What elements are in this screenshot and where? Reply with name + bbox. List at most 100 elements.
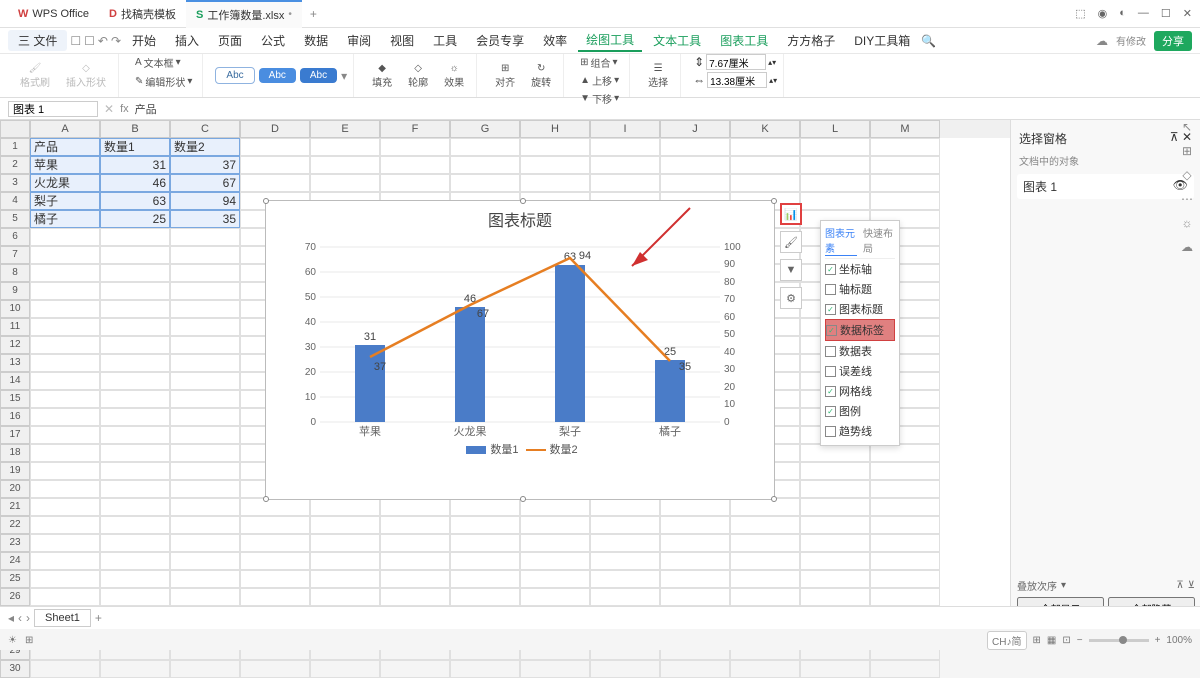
row-header[interactable]: 26: [0, 588, 30, 606]
cell[interactable]: [240, 174, 310, 192]
cell[interactable]: [30, 426, 100, 444]
close-icon[interactable]: ✕: [1183, 7, 1192, 20]
width-input[interactable]: [707, 72, 767, 88]
cell[interactable]: [30, 336, 100, 354]
cell[interactable]: [870, 462, 940, 480]
cell[interactable]: [240, 516, 310, 534]
outline-button[interactable]: ◇轮廓: [402, 61, 434, 91]
cell[interactable]: [660, 570, 730, 588]
chart-plot-area[interactable]: 01020 304050 6070 01020 304050 607080 90…: [290, 237, 750, 437]
cell[interactable]: [660, 552, 730, 570]
name-box[interactable]: [8, 101, 98, 117]
chart-settings-button[interactable]: ⚙: [780, 287, 802, 309]
cell[interactable]: [730, 588, 800, 606]
sheet-nav-next[interactable]: ›: [26, 611, 30, 625]
cell[interactable]: [800, 516, 870, 534]
cell[interactable]: [380, 534, 450, 552]
edit-shape-button[interactable]: ✎ 编辑形状 ▾: [131, 73, 196, 90]
cell[interactable]: [170, 318, 240, 336]
row-header[interactable]: 4: [0, 192, 30, 210]
chart-legend[interactable]: 数量1 数量2: [266, 437, 774, 457]
cell[interactable]: [30, 300, 100, 318]
cell[interactable]: [310, 156, 380, 174]
cell[interactable]: 37: [170, 156, 240, 174]
chart-element-option[interactable]: 数据标签: [825, 319, 895, 341]
cell[interactable]: [170, 246, 240, 264]
side-cloud-icon[interactable]: ☁: [1181, 240, 1193, 254]
col-header[interactable]: A: [30, 120, 100, 138]
cell[interactable]: [450, 570, 520, 588]
workbook-tab[interactable]: S 工作簿数量.xlsx •: [186, 0, 302, 28]
cell[interactable]: [800, 192, 870, 210]
row-header[interactable]: 1: [0, 138, 30, 156]
cell[interactable]: [100, 336, 170, 354]
cell[interactable]: [520, 498, 590, 516]
cell[interactable]: [660, 516, 730, 534]
cell[interactable]: [170, 498, 240, 516]
reorder-up[interactable]: ⊼: [1176, 580, 1183, 591]
cell[interactable]: [30, 444, 100, 462]
cell[interactable]: [310, 516, 380, 534]
col-header[interactable]: L: [800, 120, 870, 138]
row-header[interactable]: 7: [0, 246, 30, 264]
menu-text-tools[interactable]: 文本工具: [645, 30, 709, 51]
menu-view[interactable]: 视图: [382, 30, 422, 51]
cell[interactable]: [800, 462, 870, 480]
cell[interactable]: [520, 588, 590, 606]
cell[interactable]: [240, 498, 310, 516]
cell[interactable]: [800, 534, 870, 552]
cell[interactable]: 63: [100, 192, 170, 210]
cell[interactable]: [870, 156, 940, 174]
menu-insert[interactable]: 插入: [167, 30, 207, 51]
cell[interactable]: 苹果: [30, 156, 100, 174]
menu-fangfang[interactable]: 方方格子: [779, 30, 843, 51]
cell[interactable]: [520, 552, 590, 570]
cell[interactable]: [520, 534, 590, 552]
menu-vip[interactable]: 会员专享: [468, 30, 532, 51]
side-fx-icon[interactable]: ☼: [1182, 216, 1193, 230]
col-header[interactable]: B: [100, 120, 170, 138]
cell[interactable]: [100, 264, 170, 282]
style-more[interactable]: ▾: [341, 69, 347, 83]
cell[interactable]: [520, 156, 590, 174]
chart-element-option[interactable]: 趋势线: [825, 421, 895, 441]
cell[interactable]: [170, 444, 240, 462]
share-button[interactable]: 分享: [1154, 31, 1192, 51]
select-button[interactable]: ☰选择: [642, 61, 674, 91]
cell[interactable]: [660, 534, 730, 552]
cell[interactable]: [800, 156, 870, 174]
menu-chart-tools[interactable]: 图表工具: [712, 30, 776, 51]
cell[interactable]: [450, 534, 520, 552]
col-header[interactable]: D: [240, 120, 310, 138]
cell[interactable]: [100, 516, 170, 534]
row-header[interactable]: 19: [0, 462, 30, 480]
cell[interactable]: [30, 588, 100, 606]
cell[interactable]: [800, 660, 870, 678]
popup-tab-elements[interactable]: 图表元素: [825, 225, 857, 256]
cell[interactable]: [730, 660, 800, 678]
row-header[interactable]: 5: [0, 210, 30, 228]
cell[interactable]: [590, 516, 660, 534]
win-btn-3[interactable]: ◐: [1119, 7, 1126, 20]
cell[interactable]: [730, 156, 800, 174]
view-break-icon[interactable]: ⊡: [1062, 635, 1070, 646]
zoom-slider[interactable]: [1089, 639, 1149, 642]
cell[interactable]: [590, 588, 660, 606]
cell[interactable]: [240, 660, 310, 678]
cell[interactable]: [30, 516, 100, 534]
cell[interactable]: [170, 570, 240, 588]
stack-dropdown[interactable]: ▾: [1061, 580, 1066, 591]
cell[interactable]: [730, 138, 800, 156]
formula-input[interactable]: 产品: [135, 101, 1192, 117]
row-header[interactable]: 6: [0, 228, 30, 246]
cell[interactable]: [310, 138, 380, 156]
row-header[interactable]: 22: [0, 516, 30, 534]
col-header[interactable]: C: [170, 120, 240, 138]
cell[interactable]: [100, 444, 170, 462]
cell[interactable]: [590, 660, 660, 678]
row-header[interactable]: 3: [0, 174, 30, 192]
cell[interactable]: [100, 426, 170, 444]
row-header[interactable]: 12: [0, 336, 30, 354]
cell[interactable]: [660, 156, 730, 174]
cell[interactable]: [100, 408, 170, 426]
